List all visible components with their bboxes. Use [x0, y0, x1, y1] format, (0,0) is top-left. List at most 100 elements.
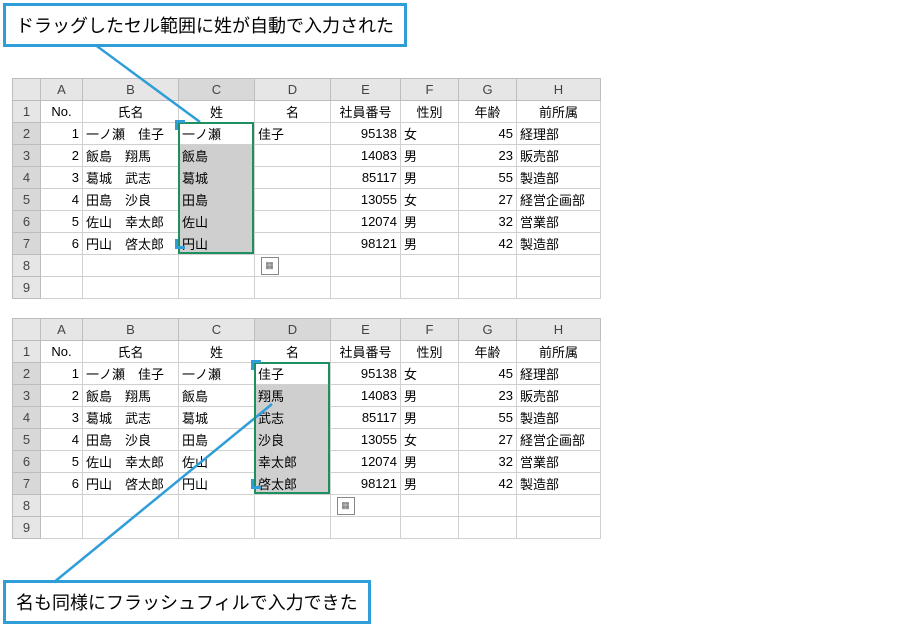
row-header-8[interactable]: 8: [13, 255, 41, 277]
cell[interactable]: [517, 255, 601, 277]
cell[interactable]: 男: [401, 233, 459, 255]
cell[interactable]: 27: [459, 189, 517, 211]
cell[interactable]: 1: [41, 123, 83, 145]
cell[interactable]: 販売部: [517, 385, 601, 407]
cell[interactable]: 98121: [331, 473, 401, 495]
cell[interactable]: 円山: [179, 473, 255, 495]
cell[interactable]: 翔馬: [255, 385, 331, 407]
cell[interactable]: 葛城: [179, 407, 255, 429]
row-header-3[interactable]: 3: [13, 385, 41, 407]
col-header-G[interactable]: G: [459, 79, 517, 101]
row-header-4[interactable]: 4: [13, 407, 41, 429]
cell[interactable]: 経営企画部: [517, 189, 601, 211]
cell[interactable]: 14083: [331, 385, 401, 407]
col-header-E[interactable]: E: [331, 79, 401, 101]
cell[interactable]: 田島 沙良: [83, 189, 179, 211]
cell[interactable]: [459, 255, 517, 277]
cell[interactable]: 女: [401, 429, 459, 451]
cell[interactable]: [255, 145, 331, 167]
cell[interactable]: No.: [41, 101, 83, 123]
cell[interactable]: [83, 495, 179, 517]
cell[interactable]: [517, 277, 601, 299]
cell[interactable]: [255, 211, 331, 233]
cell[interactable]: 沙良: [255, 429, 331, 451]
cell[interactable]: [255, 233, 331, 255]
cell[interactable]: 佳子: [255, 363, 331, 385]
cell[interactable]: 3: [41, 167, 83, 189]
cell[interactable]: 5: [41, 451, 83, 473]
cell[interactable]: [459, 495, 517, 517]
cell[interactable]: [41, 495, 83, 517]
cell[interactable]: 男: [401, 167, 459, 189]
col-header-B[interactable]: B: [83, 319, 179, 341]
cell[interactable]: 3: [41, 407, 83, 429]
col-header-H[interactable]: H: [517, 79, 601, 101]
cell[interactable]: 42: [459, 233, 517, 255]
cell[interactable]: 葛城 武志: [83, 407, 179, 429]
cell[interactable]: 前所属: [517, 341, 601, 363]
cell[interactable]: 氏名: [83, 101, 179, 123]
cell[interactable]: 性別: [401, 101, 459, 123]
col-header-G[interactable]: G: [459, 319, 517, 341]
cell[interactable]: [255, 517, 331, 539]
cell[interactable]: 女: [401, 363, 459, 385]
cell[interactable]: [83, 277, 179, 299]
cell[interactable]: 一ノ瀬: [179, 363, 255, 385]
cell[interactable]: 製造部: [517, 473, 601, 495]
cell[interactable]: 23: [459, 385, 517, 407]
row-header-2[interactable]: 2: [13, 123, 41, 145]
cell[interactable]: 32: [459, 211, 517, 233]
cell[interactable]: 一ノ瀬: [179, 123, 255, 145]
cell[interactable]: 製造部: [517, 233, 601, 255]
cell[interactable]: 2: [41, 385, 83, 407]
cell[interactable]: 6: [41, 233, 83, 255]
cell[interactable]: [41, 277, 83, 299]
cell[interactable]: 円山: [179, 233, 255, 255]
cell[interactable]: 女: [401, 189, 459, 211]
cell[interactable]: [517, 495, 601, 517]
row-header-5[interactable]: 5: [13, 189, 41, 211]
cell[interactable]: 田島: [179, 429, 255, 451]
cell[interactable]: [331, 277, 401, 299]
col-header-C[interactable]: C: [179, 319, 255, 341]
row-header-7[interactable]: 7: [13, 233, 41, 255]
cell[interactable]: 佐山 幸太郎: [83, 211, 179, 233]
cell[interactable]: 1: [41, 363, 83, 385]
cell[interactable]: 名: [255, 101, 331, 123]
cell[interactable]: [255, 167, 331, 189]
col-header-B[interactable]: B: [83, 79, 179, 101]
cell[interactable]: [331, 255, 401, 277]
cell[interactable]: [255, 255, 331, 277]
cell[interactable]: 経理部: [517, 123, 601, 145]
row-header-3[interactable]: 3: [13, 145, 41, 167]
cell[interactable]: [255, 495, 331, 517]
cell[interactable]: [179, 277, 255, 299]
cell[interactable]: 男: [401, 407, 459, 429]
corner-cell[interactable]: [13, 79, 41, 101]
cell[interactable]: 13055: [331, 189, 401, 211]
cell[interactable]: 27: [459, 429, 517, 451]
cell[interactable]: 23: [459, 145, 517, 167]
col-header-H[interactable]: H: [517, 319, 601, 341]
cell[interactable]: 一ノ瀬 佳子: [83, 363, 179, 385]
cell[interactable]: 製造部: [517, 407, 601, 429]
row-header-9[interactable]: 9: [13, 277, 41, 299]
cell[interactable]: 98121: [331, 233, 401, 255]
row-header-5[interactable]: 5: [13, 429, 41, 451]
cell[interactable]: 女: [401, 123, 459, 145]
cell[interactable]: 葛城: [179, 167, 255, 189]
cell[interactable]: [83, 517, 179, 539]
cell[interactable]: 啓太郎: [255, 473, 331, 495]
col-header-F[interactable]: F: [401, 79, 459, 101]
cell[interactable]: 佳子: [255, 123, 331, 145]
cell[interactable]: [179, 495, 255, 517]
cell[interactable]: 武志: [255, 407, 331, 429]
cell[interactable]: 6: [41, 473, 83, 495]
spreadsheet-2[interactable]: A B C D E F G H 1 No. 氏名 姓 名 社員番号 性別 年齢 …: [12, 318, 601, 539]
cell[interactable]: 32: [459, 451, 517, 473]
cell[interactable]: 性別: [401, 341, 459, 363]
cell[interactable]: 85117: [331, 407, 401, 429]
cell[interactable]: 佐山 幸太郎: [83, 451, 179, 473]
cell[interactable]: 飯島: [179, 385, 255, 407]
cell[interactable]: [459, 277, 517, 299]
